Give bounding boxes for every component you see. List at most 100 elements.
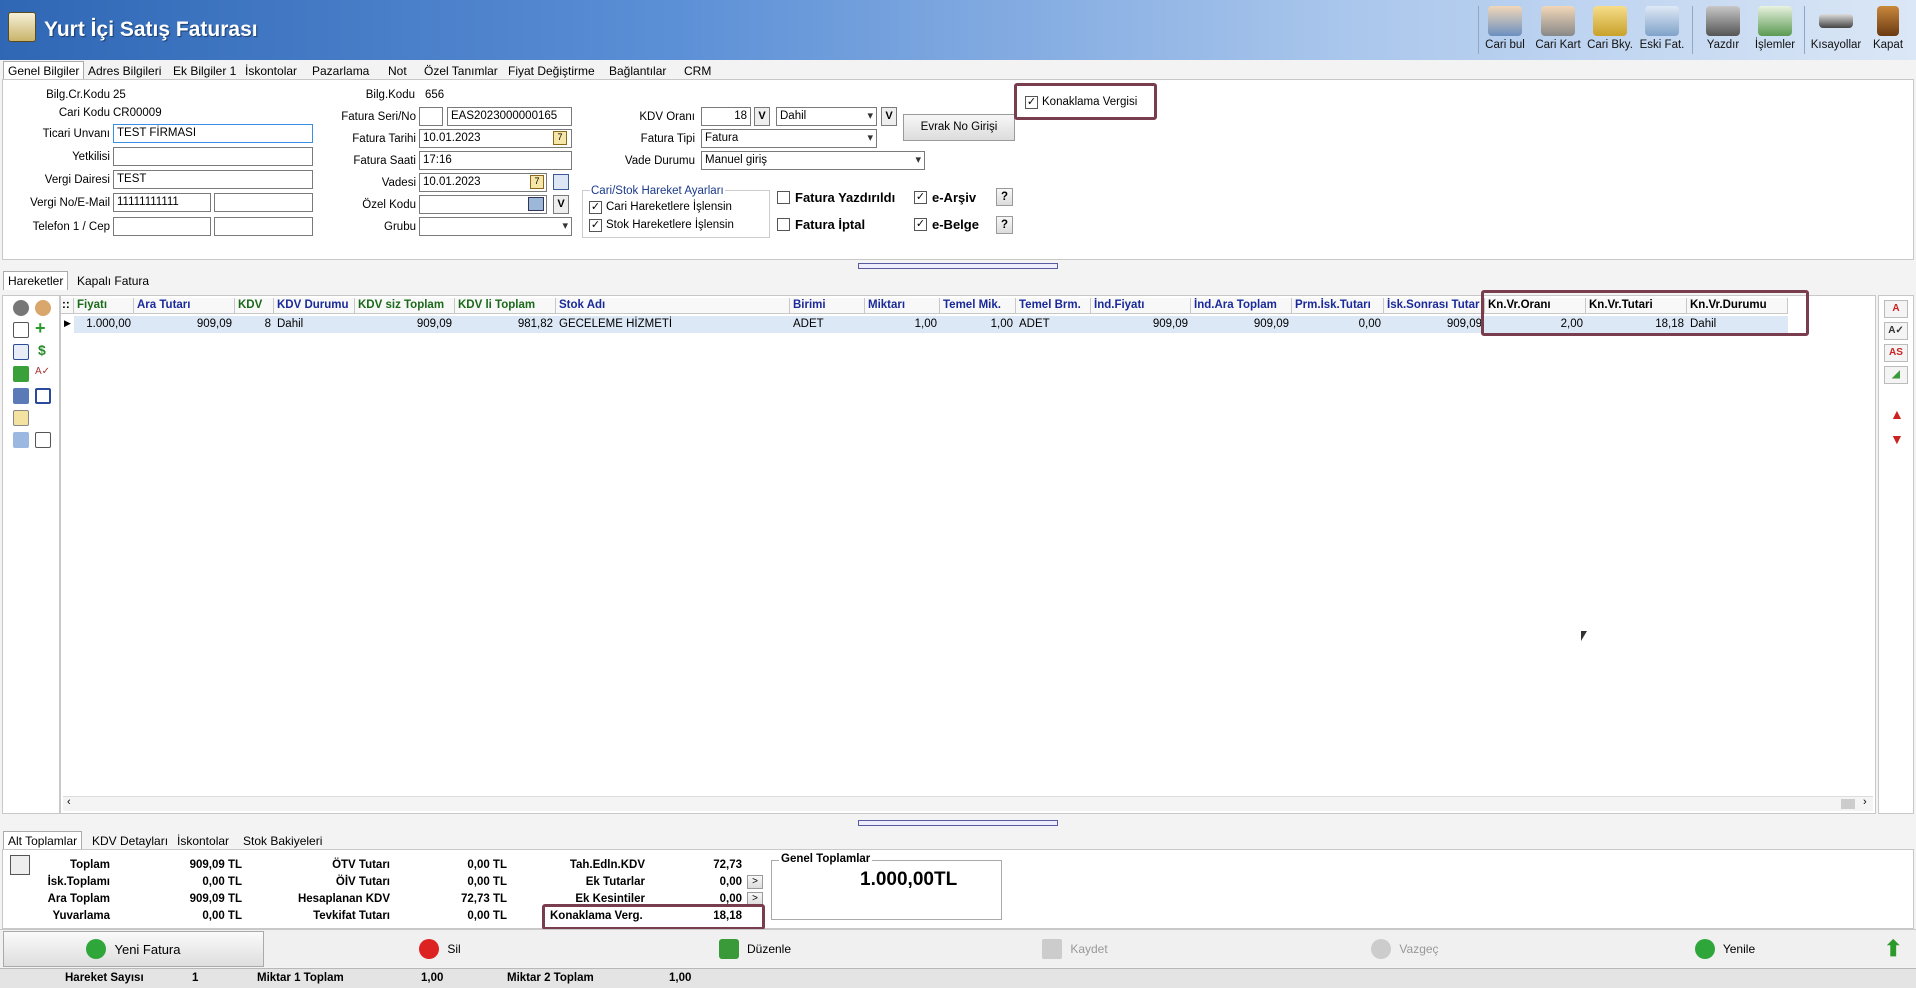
konaklama-vergisi-checkbox[interactable]: ✓ (1025, 96, 1038, 109)
spellcheck-button[interactable]: A✓ (1884, 322, 1908, 340)
report-icon[interactable] (35, 432, 51, 448)
calculator-icon[interactable] (35, 388, 51, 404)
font-color-button[interactable]: A (1884, 300, 1908, 318)
vazgec-button[interactable]: Vazgeç (1350, 930, 1460, 968)
kaydet-button[interactable]: Kaydet (1020, 930, 1130, 968)
kdv-durum-select[interactable]: Dahil (776, 107, 877, 126)
yeni-fatura-button[interactable]: Yeni Fatura (3, 931, 264, 967)
panel-splitter[interactable] (858, 263, 1058, 269)
telefon-input[interactable] (113, 217, 211, 236)
column-header[interactable]: Temel Mik. (940, 298, 1016, 314)
yetkili-input[interactable] (113, 147, 313, 166)
tab-stok-bakiyeleri[interactable]: Stok Bakiyeleri (238, 831, 327, 850)
tab-adres-bilgileri[interactable]: Adres Bilgileri (83, 61, 166, 80)
tab-ek-bilgiler-1[interactable]: Ek Bilgiler 1 (168, 61, 241, 80)
fatura-seri-input[interactable] (419, 107, 443, 126)
table-cell[interactable]: 0,00 (1292, 316, 1384, 333)
fatura-tarihi-input[interactable]: 10.01.2023 (419, 129, 572, 148)
scrollbar-thumb[interactable] (1841, 799, 1855, 809)
add-row-icon[interactable] (13, 366, 29, 382)
tab-alt-toplamlar[interactable]: Alt Toplamlar (3, 831, 83, 850)
fatura-saati-input[interactable]: 17:16 (419, 151, 572, 170)
column-header[interactable]: Fiyatı (74, 298, 134, 314)
table-cell[interactable]: GECELEME HİZMETİ (556, 316, 790, 333)
tab-not[interactable]: Not (383, 61, 412, 80)
table-cell[interactable]: 1,00 (865, 316, 940, 333)
date-picker-icon[interactable] (553, 174, 569, 190)
spellcheck-icon[interactable]: A✓ (35, 366, 50, 377)
row-indicator-icon[interactable]: ▶ (61, 316, 74, 333)
column-header[interactable]: Ara Tutarı (134, 298, 235, 314)
column-header[interactable]: KDV Durumu (274, 298, 355, 314)
tab-kdv-detaylari[interactable]: KDV Detayları (87, 831, 173, 850)
yenile-button[interactable]: Yenile (1670, 930, 1780, 968)
vade-durumu-select[interactable]: Manuel giriş (701, 151, 925, 170)
fatura-no-input[interactable]: EAS2023000000165 (447, 107, 572, 126)
table-cell[interactable]: 1,00 (940, 316, 1016, 333)
move-up-icon[interactable]: ▲ (1890, 406, 1904, 422)
bag-icon[interactable] (35, 300, 51, 316)
as-button[interactable]: AS (1884, 344, 1908, 362)
tab-baglantilar[interactable]: Bağlantılar (604, 61, 671, 80)
ek-tutarlar-arrow-button[interactable]: > (747, 875, 763, 889)
column-header[interactable]: İnd.Fiyatı (1091, 298, 1191, 314)
move-down-icon[interactable]: ▼ (1890, 431, 1904, 447)
tab-iskontolar-bottom[interactable]: İskontolar (172, 831, 234, 850)
column-header[interactable]: Stok Adı (556, 298, 790, 314)
scroll-left-icon[interactable]: ‹ (67, 796, 71, 808)
tab-iskontolar[interactable]: İskontolar (240, 61, 302, 80)
table-cell[interactable]: Dahil (274, 316, 355, 333)
column-header[interactable]: KDV li Toplam (455, 298, 556, 314)
fatura-yazdirildi-checkbox[interactable] (777, 191, 790, 204)
vergi-no-input[interactable]: 11111111111 (113, 193, 211, 212)
toolbar-cari-bky-button[interactable]: Cari Bky. (1585, 4, 1635, 56)
column-header[interactable]: Prm.İsk.Tutarı (1292, 298, 1384, 314)
sil-button[interactable]: Sil (390, 930, 490, 968)
duzenle-button[interactable]: Düzenle (700, 930, 810, 968)
table-cell[interactable]: 909,09 (355, 316, 455, 333)
kdv-orani-input[interactable]: 18 (701, 107, 751, 126)
tab-ozel-tanimlar[interactable]: Özel Tanımlar (419, 61, 503, 80)
ticari-unvan-input[interactable]: TEST FİRMASI (113, 124, 313, 143)
column-header[interactable]: Temel Brm. (1016, 298, 1091, 314)
table-cell[interactable]: 981,82 (455, 316, 556, 333)
new-document-icon[interactable] (13, 322, 29, 338)
vergi-dairesi-input[interactable]: TEST (113, 170, 313, 189)
column-header[interactable]: İsk.Sonrası Tutar (1384, 298, 1485, 314)
bottom-splitter[interactable] (858, 820, 1058, 826)
fatura-iptal-checkbox[interactable] (777, 218, 790, 231)
e-arsiv-checkbox[interactable]: ✓ (914, 191, 927, 204)
tab-kapali-fatura[interactable]: Kapalı Fatura (72, 271, 154, 290)
table-cell[interactable]: ADET (1016, 316, 1091, 333)
column-header[interactable]: Miktarı (865, 298, 940, 314)
table-cell[interactable]: 909,09 (1191, 316, 1292, 333)
chart-button[interactable]: ◢ (1884, 366, 1908, 384)
column-header[interactable]: KDV siz Toplam (355, 298, 455, 314)
copy-icon[interactable] (13, 410, 29, 426)
toolbar-kisayollar-button[interactable]: Kısayollar (1808, 4, 1864, 56)
vadesi-input[interactable]: 10.01.2023 (419, 173, 547, 192)
toolbar-yazdir-button[interactable]: Yazdır (1700, 4, 1746, 56)
e-arsiv-help-button[interactable]: ? (996, 188, 1013, 206)
binoculars-icon[interactable] (13, 388, 29, 404)
kdv-orani-v-button[interactable]: V (754, 107, 770, 126)
email-input[interactable] (214, 193, 313, 212)
dollar-icon[interactable]: $ (38, 342, 46, 358)
toolbar-eski-fat-button[interactable]: Eski Fat. (1636, 4, 1688, 56)
tab-crm[interactable]: CRM (679, 61, 716, 80)
tab-fiyat-degistirme[interactable]: Fiyat Değiştirme (503, 61, 600, 80)
stok-hareket-checkbox[interactable]: ✓ (589, 219, 602, 232)
column-header[interactable]: KDV (235, 298, 274, 314)
add-icon[interactable]: + (35, 318, 46, 339)
toolbar-kapat-button[interactable]: Kapat (1866, 4, 1910, 56)
table-cell[interactable]: 909,09 (1091, 316, 1191, 333)
e-belge-help-button[interactable]: ? (996, 216, 1013, 234)
column-header[interactable]: İnd.Ara Toplam (1191, 298, 1292, 314)
settings-gear-icon[interactable] (13, 300, 29, 316)
kdv-durum-v-button[interactable]: V (881, 107, 897, 126)
evrak-no-girisi-button[interactable]: Evrak No Girişi (903, 114, 1015, 141)
scroll-right-icon[interactable]: › (1863, 796, 1867, 808)
calendar-icon[interactable]: 7 (530, 175, 544, 189)
table-cell[interactable]: 909,09 (134, 316, 235, 333)
tab-hareketler[interactable]: Hareketler (3, 271, 69, 290)
